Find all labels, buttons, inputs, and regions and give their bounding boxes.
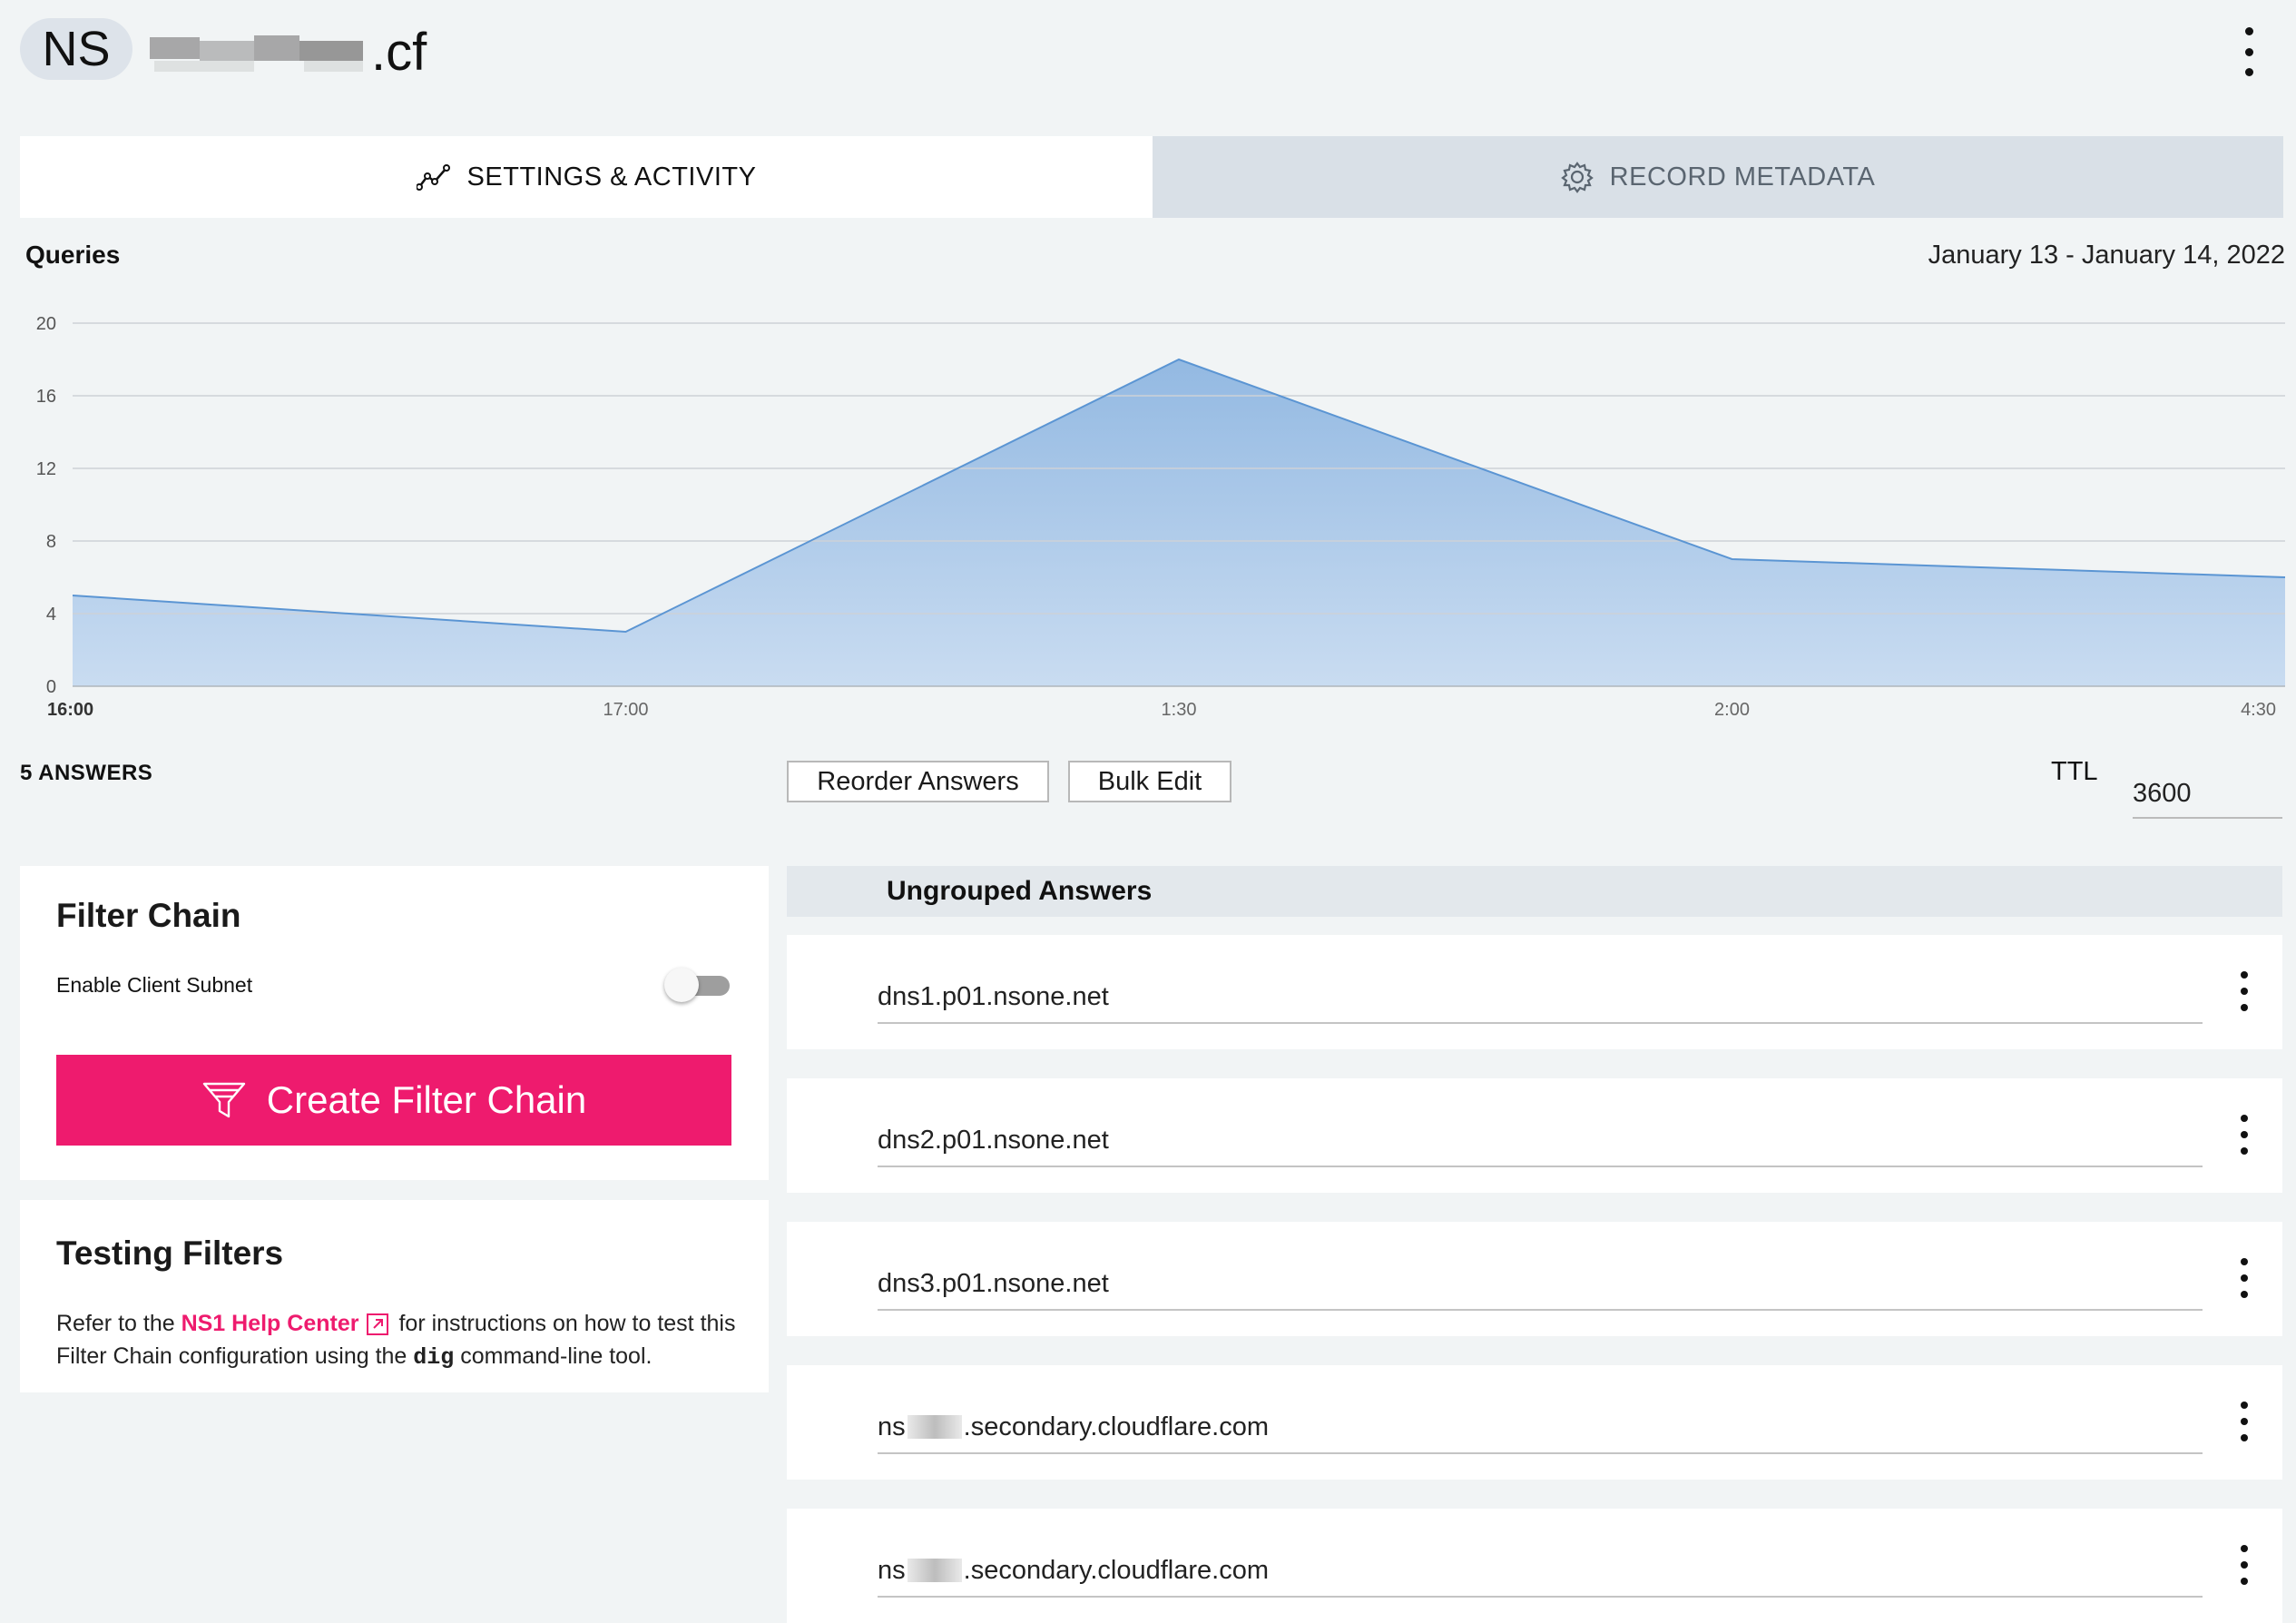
x-tick-label: 16:00 [47,700,93,720]
answer-value: dns2.p01.nsone.net [878,1125,1109,1155]
queries-chart: 0 4 8 12 16 20 16:00 17:00 1:30 2:00 4:30 [36,314,2286,720]
answer-kebab-menu-icon[interactable] [2235,1258,2253,1298]
answer-value: .secondary.cloudflare.com [963,1412,1269,1441]
record-domain: .cf [150,20,427,84]
y-tick-label: 4 [46,605,56,625]
answer-kebab-menu-icon[interactable] [2235,1115,2253,1155]
answer-input[interactable]: ns .secondary.cloudflare.com [878,1402,2203,1454]
x-tick-label: 4:30 [2241,700,2276,720]
answer-row: dns3.p01.nsone.net [787,1222,2282,1336]
answer-input[interactable]: ns .secondary.cloudflare.com [878,1545,2203,1598]
answer-row: ns .secondary.cloudflare.com [787,1365,2282,1480]
answer-value: dns3.p01.nsone.net [878,1268,1109,1298]
y-tick-label: 0 [46,677,56,697]
create-filter-chain-button[interactable]: Create Filter Chain [56,1055,731,1146]
dig-code: dig [413,1344,455,1371]
enable-client-subnet-label: Enable Client Subnet [56,973,253,997]
chart-date-range: January 13 - January 14, 2022 [1928,241,2285,270]
ns1-help-center-link[interactable]: NS1 Help Center [182,1311,359,1336]
activity-chart-icon [416,164,450,191]
y-tick-label: 16 [36,387,56,407]
funnel-icon [202,1082,245,1118]
x-tick-label: 2:00 [1714,700,1750,720]
answer-row: ns .secondary.cloudflare.com [787,1509,2282,1623]
reorder-answers-button[interactable]: Reorder Answers [787,761,1049,802]
testing-filters-card: Testing Filters Refer to the NS1 Help Ce… [20,1200,769,1392]
y-tick-label: 12 [36,459,56,479]
testing-text-before: Refer to the [56,1311,182,1336]
ttl-input[interactable]: 3600 [2133,770,2282,819]
redacted-text [907,1415,962,1439]
domain-suffix: .cf [371,22,427,82]
answer-row: dns2.p01.nsone.net [787,1078,2282,1193]
redacted-text [907,1559,962,1582]
ttl-label: TTL [2051,757,2098,786]
answer-input[interactable]: dns3.p01.nsone.net [878,1258,2203,1311]
answers-count: 5 ANSWERS [20,761,153,785]
tab-settings-activity[interactable]: SETTINGS & ACTIVITY [20,136,1153,218]
kebab-menu-icon[interactable] [2232,27,2265,76]
answer-row: dns1.p01.nsone.net [787,935,2282,1049]
tab-metadata-label: RECORD METADATA [1609,162,1876,192]
testing-filters-title: Testing Filters [56,1234,284,1272]
tab-record-metadata[interactable]: RECORD METADATA [1153,136,2283,218]
answer-kebab-menu-icon[interactable] [2235,971,2253,1011]
answer-value: dns1.p01.nsone.net [878,981,1109,1011]
queries-area [73,359,2285,686]
testing-text-end: command-line tool. [454,1343,652,1369]
filter-chain-title: Filter Chain [56,897,241,934]
filter-chain-card: Filter Chain Enable Client Subnet Create… [20,866,769,1180]
testing-filters-text: Refer to the NS1 Help Center for instruct… [56,1307,746,1374]
answer-input[interactable]: dns1.p01.nsone.net [878,971,2203,1024]
ungrouped-answers-header: Ungrouped Answers [787,866,2282,917]
tab-settings-label: SETTINGS & ACTIVITY [466,162,757,192]
y-tick-label: 20 [36,314,56,334]
record-type-badge: NS [20,18,132,80]
x-tick-label: 1:30 [1162,700,1197,720]
answer-prefix: ns [878,1412,906,1441]
answer-kebab-menu-icon[interactable] [2235,1402,2253,1441]
y-tick-label: 8 [46,532,56,552]
answer-value: .secondary.cloudflare.com [963,1555,1269,1585]
answer-kebab-menu-icon[interactable] [2235,1545,2253,1585]
external-link-icon[interactable] [366,1313,389,1336]
redacted-domain-name [150,28,368,75]
bulk-edit-button[interactable]: Bulk Edit [1068,761,1231,802]
chart-title: Queries [25,241,121,269]
x-tick-label: 17:00 [603,700,648,720]
enable-client-subnet-toggle[interactable] [664,968,730,1002]
answer-prefix: ns [878,1555,906,1585]
gear-icon [1560,162,1594,193]
answer-input[interactable]: dns2.p01.nsone.net [878,1115,2203,1167]
create-filter-chain-label: Create Filter Chain [266,1078,587,1121]
